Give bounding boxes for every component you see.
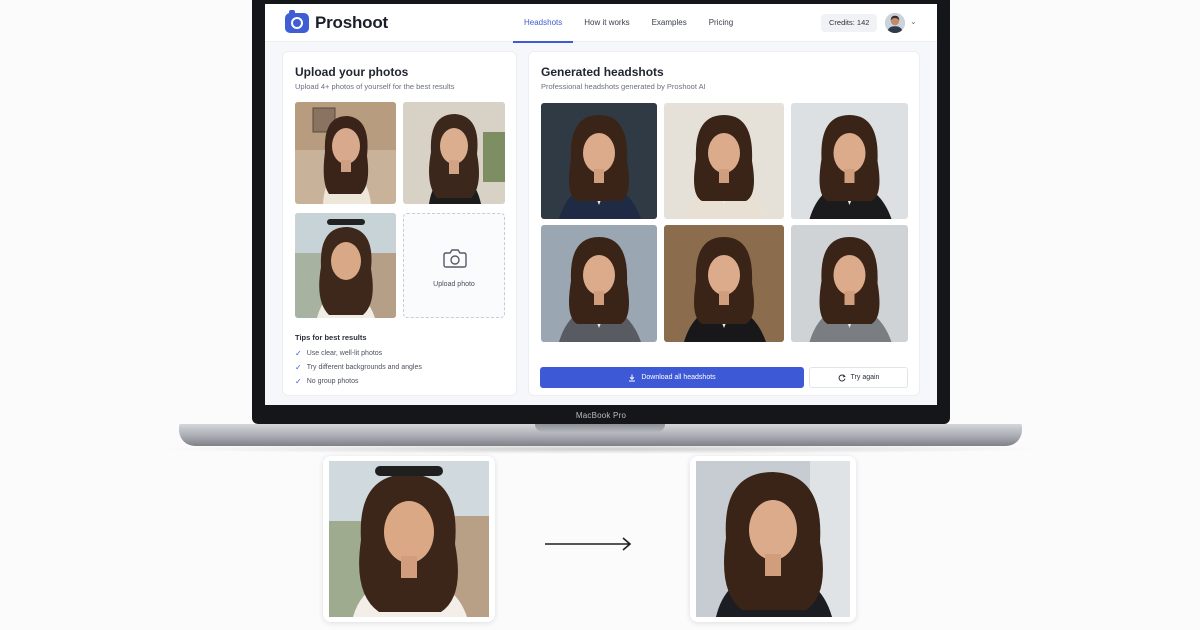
- headshot-image: [791, 103, 908, 219]
- brand-name: Proshoot: [315, 13, 389, 32]
- generated-subtitle: Professional headshots generated by Pros…: [541, 82, 706, 91]
- generated-headshot[interactable]: [791, 225, 908, 342]
- nav-how-it-works[interactable]: How it works: [573, 4, 640, 42]
- try-again-label: Try again: [850, 374, 880, 381]
- headshot-image: [664, 225, 784, 342]
- headshot-image: [541, 103, 657, 219]
- laptop-base: [179, 424, 1022, 446]
- nav-examples[interactable]: Examples: [641, 4, 698, 42]
- check-icon: ✓: [295, 349, 302, 358]
- credits-badge: Credits: 142: [821, 14, 878, 32]
- portrait-image: [295, 213, 396, 318]
- camera-icon: [285, 10, 309, 33]
- device-label: MacBook Pro: [575, 411, 627, 420]
- avatar-icon: [885, 13, 905, 33]
- generated-headshot[interactable]: [541, 103, 657, 219]
- tip-text: Try different backgrounds and angles: [306, 364, 422, 371]
- check-icon: ✓: [295, 363, 302, 372]
- generated-headshot[interactable]: [791, 103, 908, 219]
- download-label: Download all headshots: [641, 374, 716, 381]
- camera-icon: [443, 249, 467, 268]
- download-all-button[interactable]: Download all headshots: [540, 367, 804, 388]
- headshot-image: [541, 225, 657, 342]
- nav-pricing[interactable]: Pricing: [698, 4, 744, 42]
- laptop-notch: [535, 424, 665, 432]
- user-avatar[interactable]: [885, 13, 905, 33]
- upload-dropzone[interactable]: Upload photo: [403, 213, 505, 318]
- app-header: Proshoot Headshots How it works Examples…: [265, 4, 937, 43]
- headshot-image: [664, 103, 784, 219]
- arrow-right-icon: [545, 537, 632, 551]
- laptop-lid: Proshoot Headshots How it works Examples…: [252, 0, 950, 424]
- tip-item: ✓ No group photos: [295, 377, 358, 386]
- chevron-down-icon[interactable]: ⌄: [910, 17, 917, 26]
- output-headshot-card: [690, 456, 856, 622]
- generated-headshot[interactable]: [664, 225, 784, 342]
- generated-title: Generated headshots: [541, 65, 664, 79]
- selfie-image: [329, 461, 489, 617]
- refresh-icon: [838, 373, 846, 381]
- promo-stage: Proshoot Headshots How it works Examples…: [0, 0, 1200, 630]
- tip-item: ✓ Try different backgrounds and angles: [295, 363, 422, 372]
- brand[interactable]: Proshoot: [285, 10, 389, 33]
- upload-panel: Upload your photos Upload 4+ photos of y…: [282, 51, 517, 396]
- tip-text: Use clear, well-lit photos: [306, 350, 383, 357]
- tips-title: Tips for best results: [295, 333, 367, 342]
- generated-headshot[interactable]: [664, 103, 784, 219]
- laptop-screen: Proshoot Headshots How it works Examples…: [265, 4, 937, 405]
- main-nav: Headshots How it works Examples Pricing: [513, 4, 744, 43]
- portrait-image: [295, 102, 396, 204]
- upload-photo-label: Upload photo: [433, 281, 475, 288]
- input-photo-card: [323, 456, 495, 622]
- download-icon: [629, 374, 636, 381]
- headshot-image: [696, 461, 850, 617]
- upload-title: Upload your photos: [295, 65, 409, 79]
- headshot-image: [791, 225, 908, 342]
- try-again-button[interactable]: Try again: [809, 367, 908, 388]
- check-icon: ✓: [295, 377, 302, 386]
- uploaded-photo[interactable]: [295, 213, 396, 318]
- tip-text: No group photos: [306, 378, 359, 385]
- uploaded-photo[interactable]: [403, 102, 505, 204]
- portrait-image: [403, 102, 505, 204]
- upload-subtitle: Upload 4+ photos of yourself for the bes…: [295, 82, 455, 91]
- generated-headshot[interactable]: [541, 225, 657, 342]
- nav-headshots[interactable]: Headshots: [513, 4, 574, 43]
- generated-panel: Generated headshots Professional headsho…: [528, 51, 920, 396]
- uploaded-photo[interactable]: [295, 102, 396, 204]
- tip-item: ✓ Use clear, well-lit photos: [295, 349, 382, 358]
